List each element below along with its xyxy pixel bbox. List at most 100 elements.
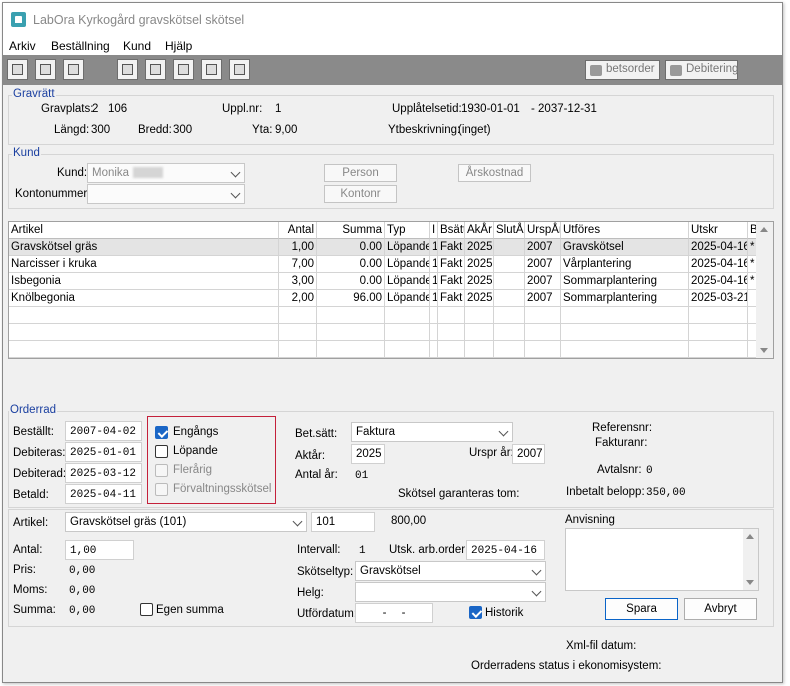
pris-label: Pris: bbox=[13, 564, 36, 576]
truck-button[interactable] bbox=[173, 59, 194, 80]
kontonummer-select[interactable] bbox=[87, 184, 245, 204]
anvisning-label: Anvisning bbox=[565, 514, 615, 526]
kund-value: Monika bbox=[92, 167, 130, 179]
col-i[interactable]: I bbox=[430, 222, 438, 239]
historik-checkbox[interactable] bbox=[469, 606, 482, 619]
chevron-down-icon bbox=[230, 188, 241, 199]
fakturanr-label: Fakturanr: bbox=[595, 437, 648, 449]
yta-value: 9,00 bbox=[275, 124, 298, 136]
printer-icon bbox=[68, 64, 79, 75]
avbryt-button[interactable]: Avbryt bbox=[684, 598, 757, 620]
skotseltyp-select[interactable]: Gravskötsel bbox=[355, 561, 546, 581]
col-artikel[interactable]: Artikel bbox=[9, 222, 279, 239]
chevron-down-icon bbox=[531, 565, 542, 576]
artikel-code-input[interactable]: 101 bbox=[311, 512, 375, 532]
col-slutar[interactable]: SlutÅr bbox=[494, 222, 525, 239]
cell-utfores: Vårplantering bbox=[561, 256, 689, 273]
calendar-button[interactable] bbox=[7, 59, 28, 80]
kund-title: Kund bbox=[12, 147, 41, 159]
document-button[interactable] bbox=[35, 59, 56, 80]
col-summa[interactable]: Summa bbox=[317, 222, 385, 239]
betsorder-button[interactable]: betsorder bbox=[585, 60, 660, 80]
anvisning-textarea[interactable] bbox=[565, 528, 759, 591]
abc-button[interactable] bbox=[117, 59, 138, 80]
scroll-down-icon[interactable] bbox=[760, 348, 768, 353]
calendar-icon bbox=[12, 64, 23, 75]
truck-icon bbox=[178, 64, 189, 75]
utsk-label: Utsk. arb.order: bbox=[389, 544, 469, 556]
menu-kund[interactable]: Kund bbox=[123, 39, 151, 53]
order-table[interactable]: Artikel Antal Summa Typ I Bsätt AkÅr Slu… bbox=[8, 221, 774, 359]
cell-i: 1 bbox=[430, 256, 438, 273]
col-utfores[interactable]: Utföres bbox=[561, 222, 689, 239]
artikel-select[interactable]: Gravskötsel gräs (101) bbox=[65, 512, 307, 532]
forvaltning-checkbox[interactable] bbox=[155, 483, 168, 496]
cell-i: 1 bbox=[430, 273, 438, 290]
arskostnad-button[interactable]: Årskostnad bbox=[458, 164, 531, 182]
chart-button[interactable] bbox=[201, 59, 222, 80]
debiterad-label: Debiterad: bbox=[13, 468, 67, 480]
debitering-button[interactable]: Debitering bbox=[665, 60, 738, 80]
col-akar[interactable]: AkÅr bbox=[465, 222, 494, 239]
kontonr-button[interactable]: Kontonr bbox=[324, 185, 397, 203]
cell-artikel: Isbegonia bbox=[9, 273, 279, 290]
menu-arkiv[interactable]: Arkiv bbox=[9, 39, 36, 53]
table-row[interactable]: Gravskötsel gräs 1,00 0.00 Löpande 1 Fak… bbox=[9, 239, 757, 256]
chevron-down-icon bbox=[292, 516, 303, 527]
toolbar: betsorder Debitering bbox=[3, 55, 782, 85]
cell-utskr: 2025-04-16 bbox=[689, 239, 748, 256]
ursprar-input[interactable]: 2007 bbox=[512, 444, 545, 464]
utsk-input[interactable]: 2025-04-16 bbox=[466, 540, 545, 560]
helg-select[interactable] bbox=[355, 582, 546, 602]
antal-input[interactable]: 1,00 bbox=[65, 540, 134, 560]
flerarig-checkbox[interactable] bbox=[155, 464, 168, 477]
uppl-label: Uppl.nr: bbox=[222, 103, 263, 115]
scroll-down-icon[interactable] bbox=[746, 580, 754, 585]
col-utskr[interactable]: Utskr bbox=[689, 222, 748, 239]
betsatt-select[interactable]: Faktura bbox=[351, 422, 513, 442]
col-ursprar[interactable]: UrspÅr bbox=[525, 222, 561, 239]
table-row[interactable]: Isbegonia 3,00 0.00 Löpande 1 Fakt 2025 … bbox=[9, 273, 757, 290]
debitering-label: Debitering bbox=[686, 63, 739, 75]
cell-utfores: Sommarplantering bbox=[561, 273, 689, 290]
debiteras-input[interactable]: 2025-01-01 bbox=[65, 442, 142, 462]
menu-bar: Arkiv Beställning Kund Hjälp bbox=[3, 35, 782, 55]
window-title: LabOra Kyrkogård gravskötsel skötsel bbox=[33, 13, 245, 27]
betald-input[interactable]: 2025-04-11 bbox=[65, 484, 142, 504]
person-button[interactable]: Person bbox=[324, 164, 397, 182]
cell-artikel: Narcisser i kruka bbox=[9, 256, 279, 273]
table-row[interactable]: Narcisser i kruka 7,00 0.00 Löpande 1 Fa… bbox=[9, 256, 757, 273]
skotseltyp-value: Gravskötsel bbox=[360, 565, 421, 577]
col-bsatt[interactable]: Bsätt bbox=[438, 222, 465, 239]
utfordatum-input[interactable]: - - bbox=[355, 603, 433, 623]
table-scrollbar[interactable] bbox=[756, 222, 773, 358]
table-row[interactable]: Knölbegonia 2,00 96.00 Löpande 1 Fakt 20… bbox=[9, 290, 757, 307]
cell-akar: 2025 bbox=[465, 239, 494, 256]
status-label: Orderradens status i ekonomisystem: bbox=[471, 660, 662, 672]
users-button[interactable] bbox=[145, 59, 166, 80]
betsatt-value: Faktura bbox=[356, 426, 395, 438]
inbetalt-label: Inbetalt belopp: bbox=[566, 486, 645, 498]
col-antal[interactable]: Antal bbox=[279, 222, 317, 239]
cell-bsatt: Fakt bbox=[438, 290, 465, 307]
anvisning-scrollbar[interactable] bbox=[743, 529, 758, 590]
egen-summa-checkbox[interactable] bbox=[140, 603, 153, 616]
gravplats-value: 2 106 bbox=[92, 103, 128, 115]
menu-bestallning[interactable]: Beställning bbox=[51, 39, 110, 53]
grid-button[interactable] bbox=[229, 59, 250, 80]
debiterad-input[interactable]: 2025-03-12 bbox=[65, 463, 142, 483]
engangs-checkbox[interactable] bbox=[155, 426, 168, 439]
scroll-up-icon[interactable] bbox=[760, 227, 768, 232]
cell-bsatt: Fakt bbox=[438, 256, 465, 273]
spara-button[interactable]: Spara bbox=[605, 598, 678, 620]
avtalsnr-value: 0 bbox=[646, 465, 653, 477]
kund-select[interactable]: Monika bbox=[87, 163, 245, 183]
print-button[interactable] bbox=[63, 59, 84, 80]
scroll-up-icon[interactable] bbox=[746, 534, 754, 539]
orderrad-title: Orderrad bbox=[9, 404, 58, 416]
col-typ[interactable]: Typ bbox=[385, 222, 430, 239]
menu-hjalp[interactable]: Hjälp bbox=[165, 39, 192, 53]
lopande-checkbox[interactable] bbox=[155, 445, 168, 458]
bestallt-input[interactable]: 2007-04-02 bbox=[65, 421, 142, 441]
aktar-input[interactable]: 2025 bbox=[351, 444, 385, 464]
